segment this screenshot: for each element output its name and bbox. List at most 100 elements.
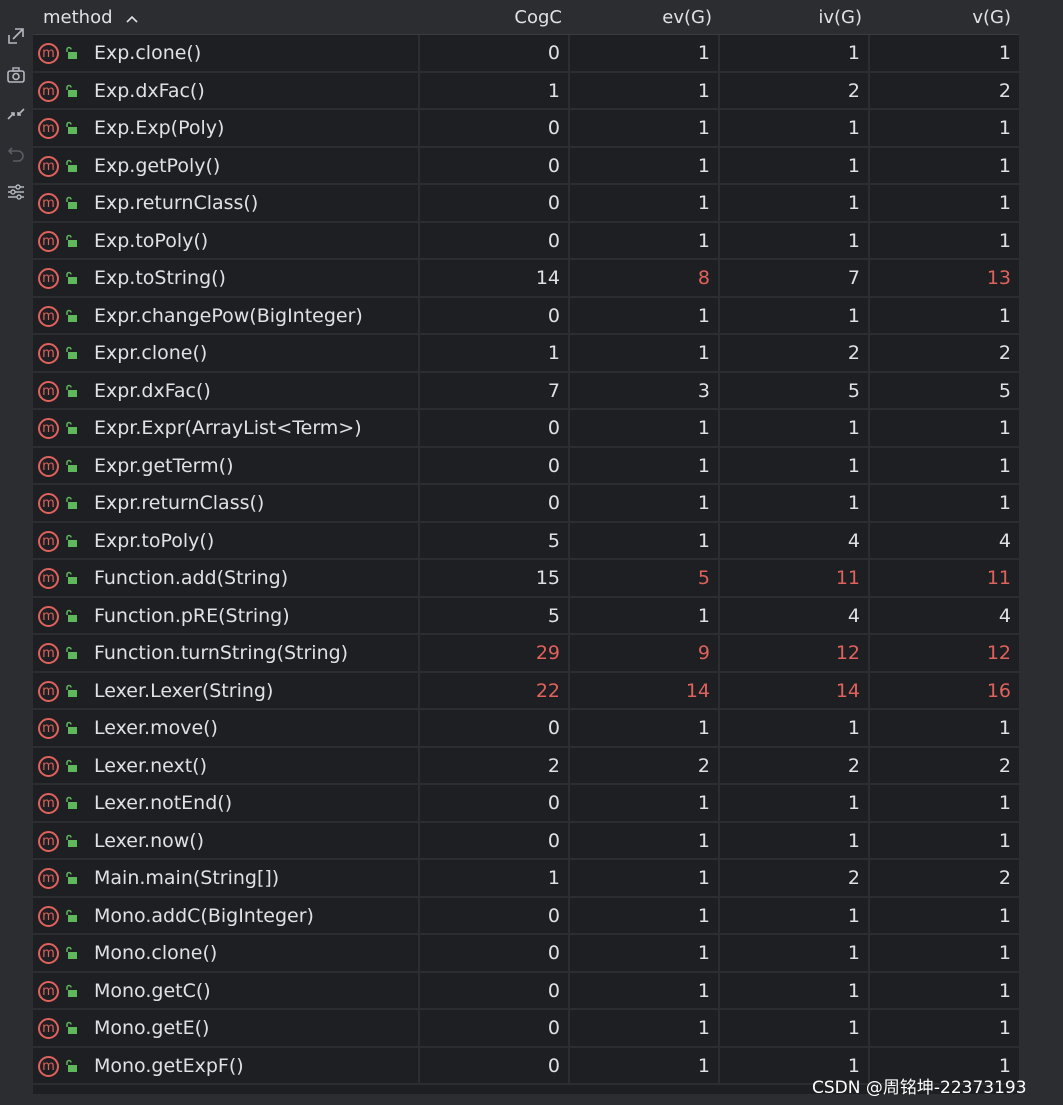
method-icon: m — [38, 980, 59, 1002]
table-row[interactable]: m Exp.clone() 0 1 1 1 — [33, 35, 1019, 73]
cogc-cell: 0 — [420, 485, 570, 521]
ev-cell: 3 — [570, 372, 720, 409]
table-row[interactable]: m Mono.getE() 0 1 1 1 — [33, 1010, 1019, 1048]
method-cell: m Mono.getE() — [33, 1010, 420, 1046]
iv-cell: 1 — [720, 710, 870, 746]
iv-cell: 1 — [720, 222, 870, 259]
cogc-cell: 0 — [420, 710, 570, 746]
column-header-v[interactable]: v(G) — [870, 0, 1011, 35]
method-icon: m — [38, 493, 59, 514]
public-lock-icon — [66, 1059, 77, 1072]
method-icon: m — [38, 530, 59, 552]
public-lock-icon — [66, 909, 77, 922]
public-lock-icon — [66, 459, 77, 472]
v-cell: 5 — [998, 379, 1011, 402]
iv-cell: 1 — [720, 35, 870, 71]
column-header-ev[interactable]: ev(G) — [570, 0, 712, 35]
method-name: Exp.Exp(Poly) — [94, 117, 225, 139]
method-name: Function.turnString(String) — [94, 642, 349, 664]
table-row[interactable]: m Exp.toString() 14 8 7 13 — [33, 260, 1019, 298]
scrollbar-track[interactable] — [1019, 0, 1063, 1094]
public-lock-icon — [66, 759, 77, 772]
v-cell: 12 — [986, 642, 1011, 664]
iv-cell: 1 — [720, 410, 870, 446]
method-icon: m — [38, 118, 59, 139]
table-row[interactable]: m Function.add(String) 15 5 11 11 — [33, 560, 1019, 598]
table-row[interactable]: m Expr.returnClass() 0 1 1 1 — [33, 485, 1019, 523]
method-name: Expr.toPoly() — [94, 529, 215, 552]
method-icon: m — [38, 568, 59, 589]
method-cell: m Exp.toPoly() — [33, 222, 420, 259]
method-cell: m Exp.toString() — [33, 260, 420, 296]
public-lock-icon — [66, 1021, 77, 1034]
table-row[interactable]: m Lexer.move() 0 1 1 1 — [33, 710, 1019, 748]
collapse-icon[interactable] — [4, 102, 28, 126]
table-row[interactable]: m Expr.clone() 1 1 2 2 — [33, 335, 1019, 373]
table-row[interactable]: m Expr.toPoly() 5 1 4 4 — [33, 522, 1019, 560]
camera-icon[interactable] — [4, 63, 28, 87]
ev-cell: 1 — [570, 297, 720, 334]
public-lock-icon — [66, 84, 77, 97]
public-lock-icon — [66, 834, 77, 847]
method-icon: m — [38, 868, 59, 889]
settings-icon[interactable] — [4, 180, 28, 204]
table-row[interactable]: m Function.pRE(String) 5 1 4 4 — [33, 597, 1019, 635]
cogc-cell: 14 — [420, 260, 570, 296]
export-icon[interactable] — [4, 24, 28, 48]
iv-cell: 2 — [720, 72, 870, 109]
undo-icon[interactable] — [4, 141, 28, 165]
table-row[interactable]: m Mono.clone() 0 1 1 1 — [33, 935, 1019, 973]
method-cell: m Expr.changePow(BigInteger) — [33, 297, 420, 334]
iv-cell: 1 — [720, 897, 870, 934]
iv-cell: 1 — [720, 147, 870, 184]
table-row[interactable]: m Mono.getC() 0 1 1 1 — [33, 972, 1019, 1010]
iv-cell: 14 — [720, 672, 870, 709]
table-row[interactable]: m Lexer.next() 2 2 2 2 — [33, 747, 1019, 785]
ev-cell: 1 — [570, 185, 720, 221]
table-row[interactable]: m Expr.changePow(BigInteger) 0 1 1 1 — [33, 297, 1019, 335]
ev-cell: 1 — [570, 860, 720, 896]
column-header-cogc[interactable]: CogC — [420, 0, 562, 35]
method-name: Lexer.next() — [94, 754, 207, 777]
table-row[interactable]: m Exp.returnClass() 0 1 1 1 — [33, 185, 1019, 223]
table-row[interactable]: m Expr.Expr(ArrayList<Term>) 0 1 1 1 — [33, 410, 1019, 448]
table-row[interactable]: m Expr.getTerm() 0 1 1 1 — [33, 447, 1019, 485]
method-name: Lexer.move() — [94, 717, 218, 739]
table-row[interactable]: m Expr.dxFac() 7 3 5 5 — [33, 372, 1019, 410]
column-header-method[interactable]: method — [43, 0, 243, 35]
method-name: Mono.getC() — [94, 979, 211, 1002]
sort-ascending-icon[interactable] — [126, 1, 138, 36]
v-cell: 11 — [986, 567, 1011, 589]
table-row[interactable]: m Exp.dxFac() 1 1 2 2 — [33, 72, 1019, 110]
table-row[interactable]: m Exp.toPoly() 0 1 1 1 — [33, 222, 1019, 260]
method-name: Mono.getExpF() — [94, 1054, 244, 1077]
v-cell: 2 — [998, 867, 1011, 889]
column-header-iv[interactable]: iv(G) — [720, 0, 862, 35]
side-toolbar — [0, 0, 32, 1105]
ev-cell: 1 — [570, 785, 720, 821]
table-row[interactable]: m Lexer.Lexer(String) 22 14 14 16 — [33, 672, 1019, 710]
method-cell: m Expr.getTerm() — [33, 447, 420, 484]
public-lock-icon — [66, 796, 77, 809]
table-row[interactable]: m Lexer.now() 0 1 1 1 — [33, 822, 1019, 860]
table-row[interactable]: m Exp.getPoly() 0 1 1 1 — [33, 147, 1019, 185]
method-name: Expr.getTerm() — [94, 454, 234, 477]
method-name: Mono.getE() — [94, 1017, 210, 1039]
table-row[interactable]: m Lexer.notEnd() 0 1 1 1 — [33, 785, 1019, 823]
table-row[interactable]: m Exp.Exp(Poly) 0 1 1 1 — [33, 110, 1019, 148]
method-cell: m Exp.dxFac() — [33, 72, 420, 109]
method-name: Exp.returnClass() — [94, 192, 259, 214]
method-icon: m — [38, 43, 59, 64]
ev-cell: 1 — [570, 597, 720, 634]
public-lock-icon — [66, 571, 77, 584]
method-cell: m Function.pRE(String) — [33, 597, 420, 634]
table-row[interactable]: m Mono.addC(BigInteger) 0 1 1 1 — [33, 897, 1019, 935]
method-cell: m Mono.getC() — [33, 972, 420, 1009]
public-lock-icon — [66, 46, 77, 59]
table-row[interactable]: m Main.main(String[]) 1 1 2 2 — [33, 860, 1019, 898]
table-row[interactable]: m Function.turnString(String) 29 9 12 12 — [33, 635, 1019, 673]
method-name: Expr.dxFac() — [94, 379, 211, 402]
method-icon: m — [38, 1055, 59, 1077]
method-icon: m — [38, 643, 59, 664]
v-cell: 2 — [998, 342, 1011, 364]
